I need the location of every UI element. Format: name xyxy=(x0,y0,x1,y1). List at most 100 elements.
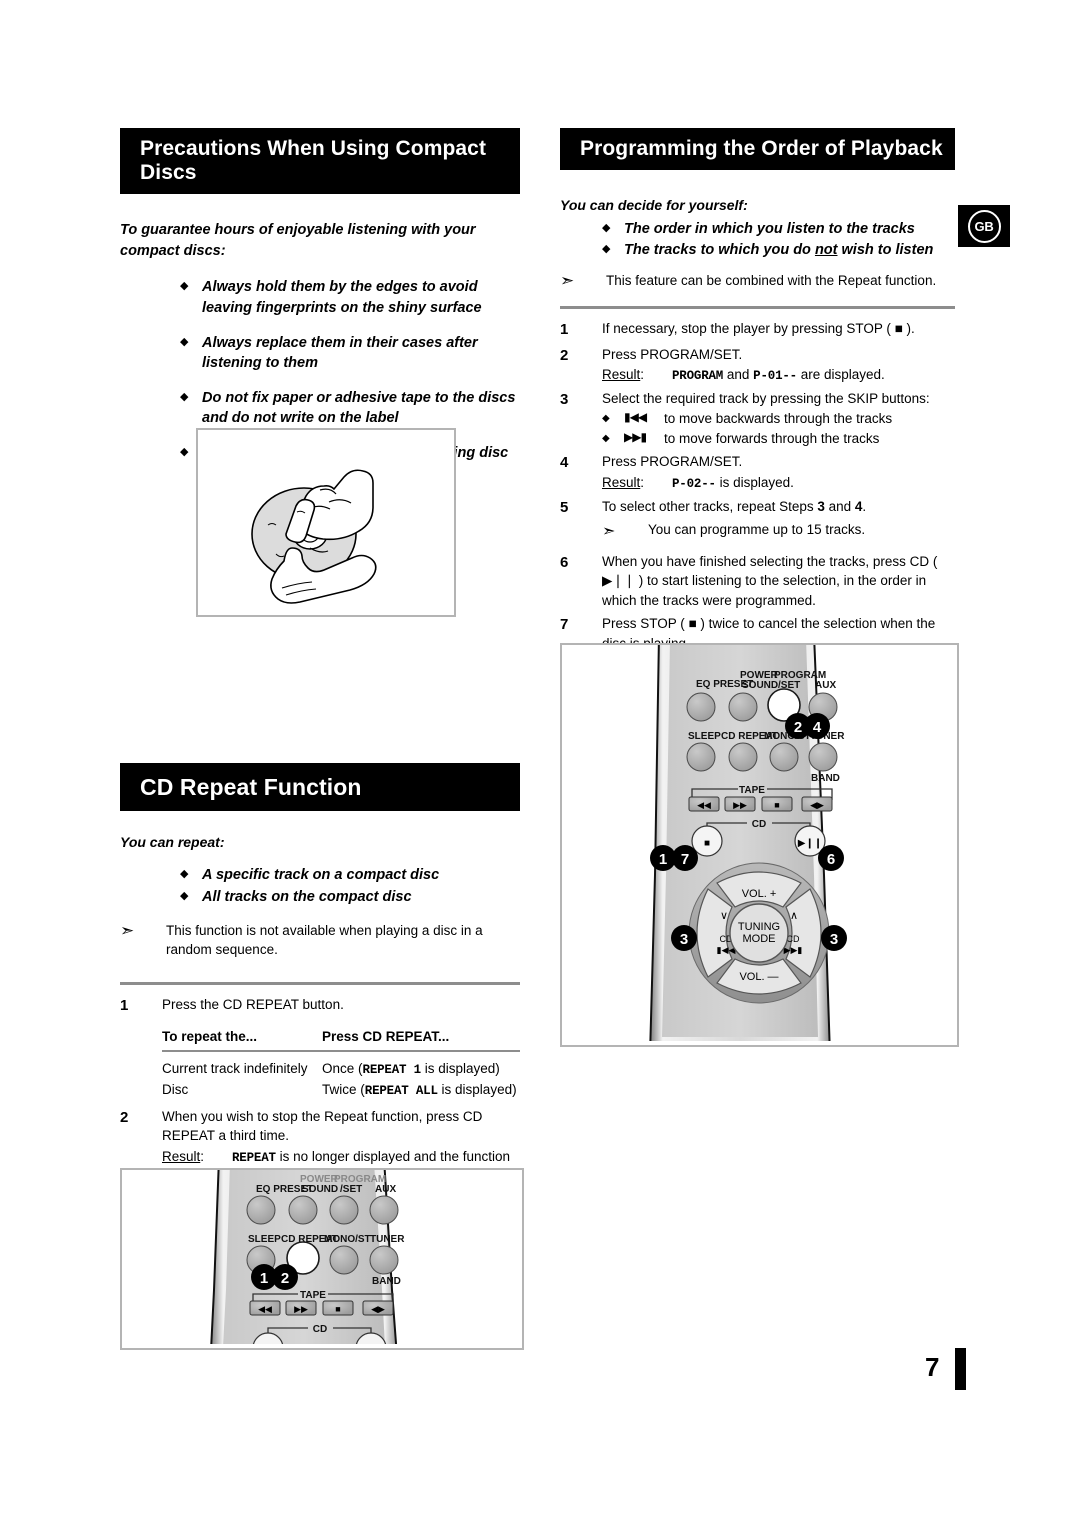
cd-repeat-note: ➣ This function is not available when pl… xyxy=(120,921,520,959)
divider xyxy=(120,981,520,985)
list-item-label: All tracks on the compact disc xyxy=(202,888,412,905)
display-code: PROGRAM xyxy=(672,369,724,384)
svg-text:1: 1 xyxy=(659,851,667,868)
table-body: Current track indefinitely Once (REPEAT … xyxy=(162,1052,520,1101)
svg-text:MONO/ST: MONO/ST xyxy=(324,1234,371,1245)
step-number: 4 xyxy=(560,454,569,472)
svg-text:▶▶: ▶▶ xyxy=(294,1304,308,1314)
table-header-row: To repeat the... Press CD REPEAT... xyxy=(162,1024,520,1053)
svg-text:◀▶: ◀▶ xyxy=(810,800,824,810)
svg-text:◀▶: ◀▶ xyxy=(371,1304,385,1314)
step-3: 3 Select the required track by pressing … xyxy=(560,389,955,448)
table-row: Current track indefinitely Once (REPEAT … xyxy=(162,1059,520,1080)
display-code: REPEAT 1 xyxy=(362,1063,422,1078)
svg-text:VOL. +: VOL. + xyxy=(742,888,777,900)
svg-text:SOUND: SOUND xyxy=(742,680,778,691)
list-item-label-parts: The tracks to which you do not wish to l… xyxy=(624,242,934,259)
step-number: 1 xyxy=(120,996,129,1014)
list-item: ◆ The order in which you listen to the t… xyxy=(602,219,955,240)
list-item: ◆ Always replace them in their cases aft… xyxy=(180,333,520,374)
svg-text:3: 3 xyxy=(830,931,838,948)
cell-what: Disc xyxy=(162,1082,189,1097)
page-marker-bar xyxy=(955,1348,966,1390)
svg-text:/SET: /SET xyxy=(340,1184,362,1195)
list-item: ◆ ▶▶▮ to move forwards through the track… xyxy=(602,429,955,449)
diamond-bullet-icon: ◆ xyxy=(602,432,610,444)
right-column: Programming the Order of Playback You ca… xyxy=(560,128,955,666)
svg-text:6: 6 xyxy=(827,851,835,868)
step-note-text: You can programme up to 15 tracks. xyxy=(648,522,866,538)
step-number: 2 xyxy=(560,346,569,364)
cd-repeat-steps: 1 Press the CD REPEAT button. To repeat … xyxy=(120,995,520,1187)
section-title-precautions: Precautions When Using Compact Discs xyxy=(120,128,520,195)
svg-text:SLEEP: SLEEP xyxy=(248,1234,281,1245)
step-text: If necessary, stop the player by pressin… xyxy=(602,321,915,337)
svg-text:MODE: MODE xyxy=(743,933,776,945)
arrow-bullet-icon: ➣ xyxy=(560,270,575,290)
list-item-label: to move forwards through the tracks xyxy=(664,430,880,446)
diamond-bullet-icon: ◆ xyxy=(180,335,189,348)
list-item-label: The order in which you listen to the tra… xyxy=(624,220,915,237)
cd-repeat-lead: You can repeat: xyxy=(120,834,225,851)
programming-note-text: This feature can be combined with the Re… xyxy=(606,272,937,288)
svg-text:AUX: AUX xyxy=(815,680,836,691)
cd-repeat-bullet-list: ◆ A specific track on a compact disc ◆ A… xyxy=(180,865,520,907)
step-reference: 3 xyxy=(817,498,825,514)
programming-steps: 1 If necessary, stop the player by press… xyxy=(560,319,955,653)
result-text: P-02-- is displayed. xyxy=(672,474,794,491)
svg-text:2: 2 xyxy=(794,719,802,736)
remote-control-illustration-programming: EQ PRESET POWER SOUND PROGRAM /SET AUX S… xyxy=(560,643,959,1047)
divider xyxy=(560,306,955,310)
result-label: Result: xyxy=(602,367,645,383)
svg-text:◀◀: ◀◀ xyxy=(258,1304,272,1314)
step-body: Press PROGRAM/SET. Result: P-02-- is dis… xyxy=(602,452,955,493)
remote-control-illustration-cd-repeat: EQ PRESET POWER SOUND PROGRAM /SET AUX S… xyxy=(120,1168,524,1350)
page-number: 7 xyxy=(925,1352,940,1382)
step-body: Select the required track by pressing th… xyxy=(602,389,955,448)
display-code: REPEAT ALL xyxy=(364,1084,438,1098)
list-item: ◆ Do not fix paper or adhesive tape to t… xyxy=(180,388,520,429)
step-text: Press the CD REPEAT button. xyxy=(162,996,344,1012)
list-item-label: Always replace them in their cases after… xyxy=(202,334,478,372)
arrow-bullet-icon: ➣ xyxy=(120,921,135,941)
left-column: Precautions When Using Compact Discs To … xyxy=(120,128,520,477)
diamond-bullet-icon: ◆ xyxy=(180,280,189,293)
cd-cleaning-illustration xyxy=(196,428,456,617)
svg-text:TUNER: TUNER xyxy=(370,1234,405,1245)
cell-press: Twice (REPEAT ALL is displayed) xyxy=(322,1082,517,1098)
cell-press: Once (REPEAT 1 is displayed) xyxy=(322,1061,500,1078)
svg-text:1: 1 xyxy=(260,1270,268,1287)
step-1: 1 If necessary, stop the player by press… xyxy=(560,319,955,341)
step-number: 3 xyxy=(560,391,569,409)
step-number: 1 xyxy=(560,321,569,339)
diamond-bullet-icon: ◆ xyxy=(180,390,189,403)
region-badge: GB xyxy=(958,205,1010,247)
svg-text:BAND: BAND xyxy=(811,773,840,784)
svg-text:▶▶: ▶▶ xyxy=(733,800,747,810)
svg-text:2: 2 xyxy=(281,1270,289,1287)
diamond-bullet-icon: ◆ xyxy=(180,868,189,881)
programming-bullet-list: ◆ The order in which you listen to the t… xyxy=(602,219,955,261)
programming-note: ➣ This feature can be combined with the … xyxy=(560,271,955,290)
svg-text:SOUND: SOUND xyxy=(302,1184,338,1195)
list-item-label: Always hold them by the edges to avoid l… xyxy=(202,279,482,317)
step-text: Select the required track by pressing th… xyxy=(602,391,930,407)
display-code: REPEAT xyxy=(232,1150,276,1165)
manual-page: GB Precautions When Using Compact Discs … xyxy=(0,0,1080,1528)
skip-back-icon: ▮◀◀ xyxy=(624,410,647,425)
result-label: Result: xyxy=(602,474,645,490)
step-2: 2 Press PROGRAM/SET. Result: PROGRAM and… xyxy=(560,345,955,386)
svg-text:▶▶▮: ▶▶▮ xyxy=(784,945,803,955)
list-item: ◆ All tracks on the compact disc xyxy=(180,887,520,908)
step-text: To select other tracks, repeat Steps 3 a… xyxy=(602,498,867,514)
arrow-bullet-icon: ➣ xyxy=(602,523,616,541)
precautions-intro: To guarantee hours of enjoyable listenin… xyxy=(120,222,476,259)
svg-text:∧: ∧ xyxy=(790,910,798,922)
diamond-bullet-icon: ◆ xyxy=(602,413,610,425)
svg-text:TUNING: TUNING xyxy=(738,921,780,933)
step-body: To select other tracks, repeat Steps 3 a… xyxy=(602,497,955,548)
svg-text:CD: CD xyxy=(752,819,766,830)
svg-text:■: ■ xyxy=(774,800,779,810)
svg-text:SLEEP: SLEEP xyxy=(688,731,721,742)
column-header-press: Press CD REPEAT... xyxy=(322,1029,450,1045)
